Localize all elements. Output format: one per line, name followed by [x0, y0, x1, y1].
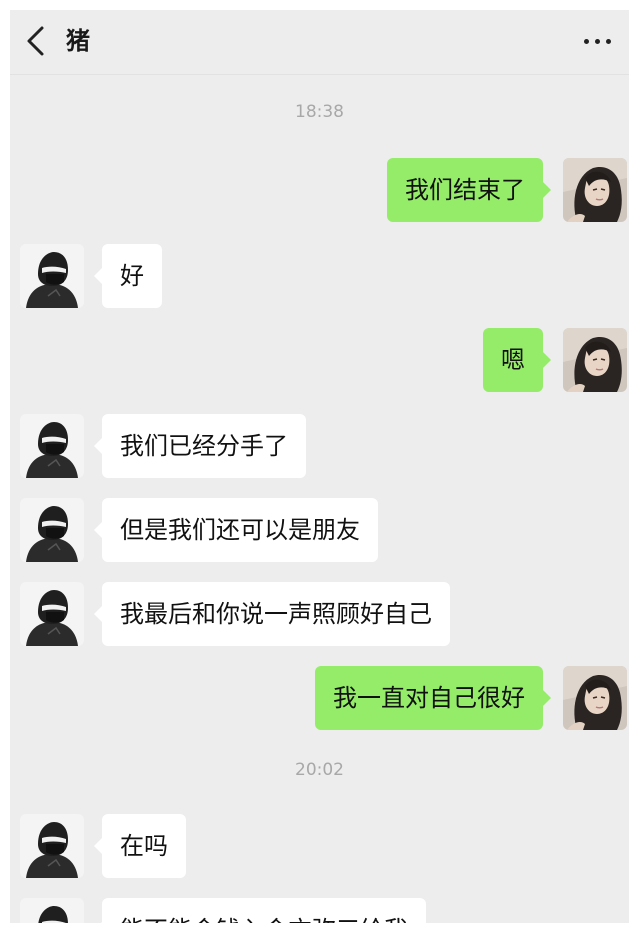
chevron-left-icon: [27, 26, 44, 56]
avatar-self[interactable]: [563, 666, 627, 730]
more-button[interactable]: [581, 32, 615, 50]
message-bubble-outgoing[interactable]: 嗯: [483, 328, 551, 392]
avatar-contact[interactable]: [20, 814, 84, 878]
avatar-contact[interactable]: [20, 582, 84, 646]
back-button[interactable]: [20, 24, 50, 58]
message-bubble-outgoing[interactable]: 我一直对自己很好: [315, 666, 551, 730]
message-bubble-incoming[interactable]: 好: [94, 244, 162, 308]
avatar-contact[interactable]: [20, 414, 84, 478]
avatar-self[interactable]: [563, 158, 627, 222]
avatar-self[interactable]: [563, 328, 627, 392]
avatar-contact[interactable]: [20, 498, 84, 562]
message-bubble-incoming[interactable]: 我最后和你说一声照顾好自己: [94, 582, 450, 646]
message-bubble-incoming[interactable]: 但是我们还可以是朋友: [94, 498, 378, 562]
message-bubble-outgoing[interactable]: 我们结束了: [387, 158, 551, 222]
chat-title: 猪: [66, 27, 90, 55]
avatar-contact[interactable]: [20, 244, 84, 308]
message-bubble-incoming[interactable]: 我们已经分手了: [94, 414, 306, 478]
message-bubble-incoming[interactable]: 能不能会钱入会方弥三给我: [94, 898, 426, 923]
chat-window: 猪 18:38 我们结束了 好 嗯 我们已经分手了 但是我们还可以是朋友 我最后…: [10, 10, 629, 923]
avatar-contact[interactable]: [20, 898, 84, 923]
timestamp: 20:02: [295, 760, 344, 780]
message-bubble-incoming[interactable]: 在吗: [94, 814, 186, 878]
timestamp: 18:38: [295, 102, 344, 122]
chat-header: 猪: [10, 10, 629, 75]
